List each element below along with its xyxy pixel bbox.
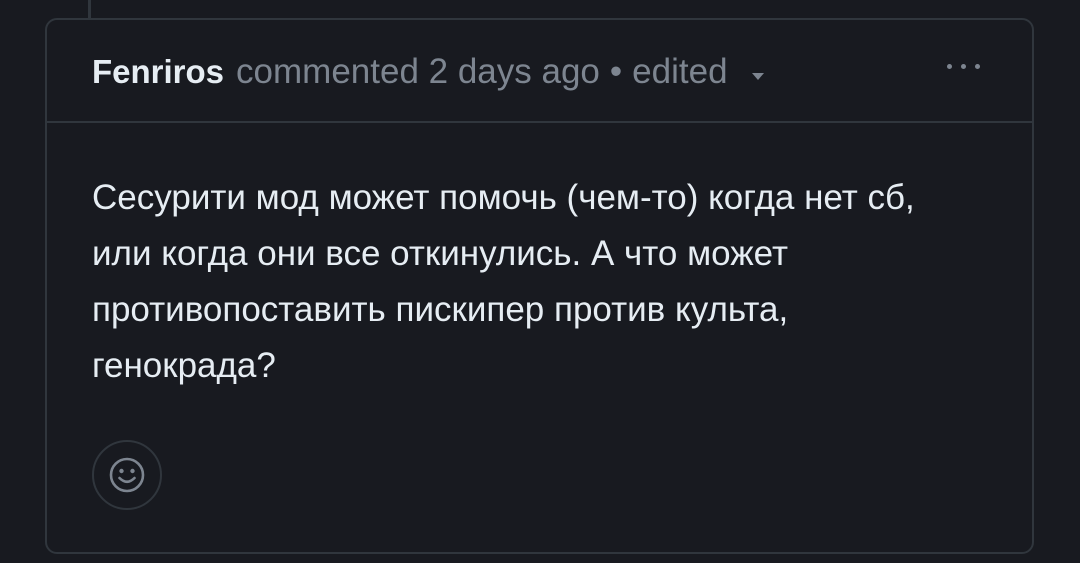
comment-action: commented (236, 52, 419, 91)
smiley-icon (109, 457, 145, 493)
page: Fenriros commented 2 days ago • edited С… (0, 0, 1080, 563)
timeline-line (88, 0, 91, 18)
meta-separator: • (609, 52, 623, 91)
edited-dropdown[interactable]: edited (632, 52, 764, 92)
comment-body: Сесурити мод может помочь (чем-то) когда… (92, 178, 915, 385)
comment-header: Fenriros commented 2 days ago • edited (47, 20, 1032, 123)
comment-header-line: Fenriros commented 2 days ago • edited (92, 50, 764, 94)
add-reaction-button[interactable] (92, 440, 162, 510)
triangle-down-icon (751, 72, 764, 80)
edited-label: edited (632, 52, 728, 91)
kebab-horizontal-icon[interactable] (947, 64, 980, 69)
comment-timestamp[interactable]: 2 days ago (429, 52, 600, 92)
comment-card: Fenriros commented 2 days ago • edited С… (45, 18, 1034, 554)
author-link[interactable]: Fenriros (92, 53, 224, 91)
